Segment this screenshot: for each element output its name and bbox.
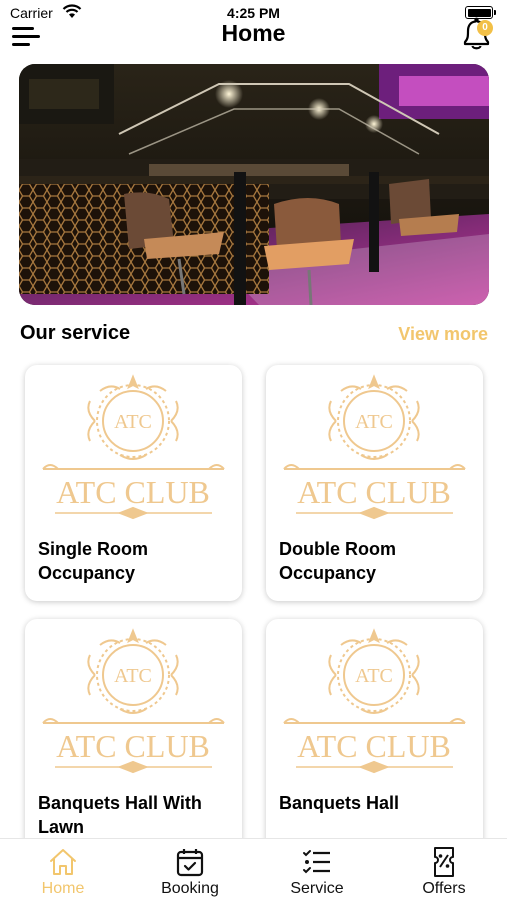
logo-monogram: ATC [355, 665, 393, 687]
tab-service[interactable]: Service [254, 839, 380, 900]
service-card-label: Banquets Hall [279, 793, 400, 813]
logo-monogram: ATC [355, 411, 393, 433]
checklist-icon [303, 850, 330, 874]
club-lounge-photo [19, 64, 489, 305]
tab-offers[interactable]: Offers [381, 839, 507, 900]
service-card-label: Single Room Occupancy [38, 539, 149, 583]
notification-badge: 0 [477, 20, 493, 36]
service-card[interactable]: ATC ATC CLUB Banquets Hall [266, 619, 483, 859]
logo-monogram: ATC [114, 665, 152, 687]
tab-label: Service [290, 880, 344, 897]
logo-text: ATC CLUB [297, 474, 451, 510]
service-card-label: Banquets Hall With Lawn [38, 793, 202, 837]
view-more-link[interactable]: View more [398, 324, 488, 345]
tab-label: Offers [422, 880, 466, 897]
service-card[interactable]: ATC ATC CLUB Banquets Hall With Lawn [25, 619, 242, 859]
tab-home[interactable]: Home [0, 839, 126, 900]
section-title: Our service [20, 322, 131, 344]
logo-monogram: ATC [114, 411, 152, 433]
logo-text: ATC CLUB [297, 728, 451, 764]
atc-club-logo: ATC ATC CLUB [42, 628, 225, 774]
logo-text: ATC CLUB [56, 474, 210, 510]
notification-button[interactable]: 0 [459, 14, 493, 54]
tab-booking[interactable]: Booking [127, 839, 253, 900]
tab-label: Booking [161, 880, 219, 897]
hamburger-menu-icon[interactable] [12, 24, 40, 48]
calendar-icon [176, 849, 204, 877]
service-card-label: Double Room Occupancy [279, 539, 396, 583]
home-icon [50, 849, 76, 875]
service-card[interactable]: ATC ATC CLUB Double Room Occupancy [266, 365, 483, 601]
bottom-tab-bar: Home Booking Service Offers [0, 838, 507, 900]
logo-text: ATC CLUB [56, 728, 210, 764]
ticket-percent-icon [434, 847, 454, 877]
app-header: Home 0 [0, 17, 507, 54]
atc-club-logo: ATC ATC CLUB [283, 628, 466, 774]
atc-club-logo: ATC ATC CLUB [42, 374, 225, 520]
service-card[interactable]: ATC ATC CLUB Single Room Occupancy [25, 365, 242, 601]
promo-banner[interactable] [19, 64, 489, 305]
atc-club-logo: ATC ATC CLUB [283, 374, 466, 520]
tab-label: Home [41, 880, 85, 897]
page-title: Home [221, 20, 286, 46]
